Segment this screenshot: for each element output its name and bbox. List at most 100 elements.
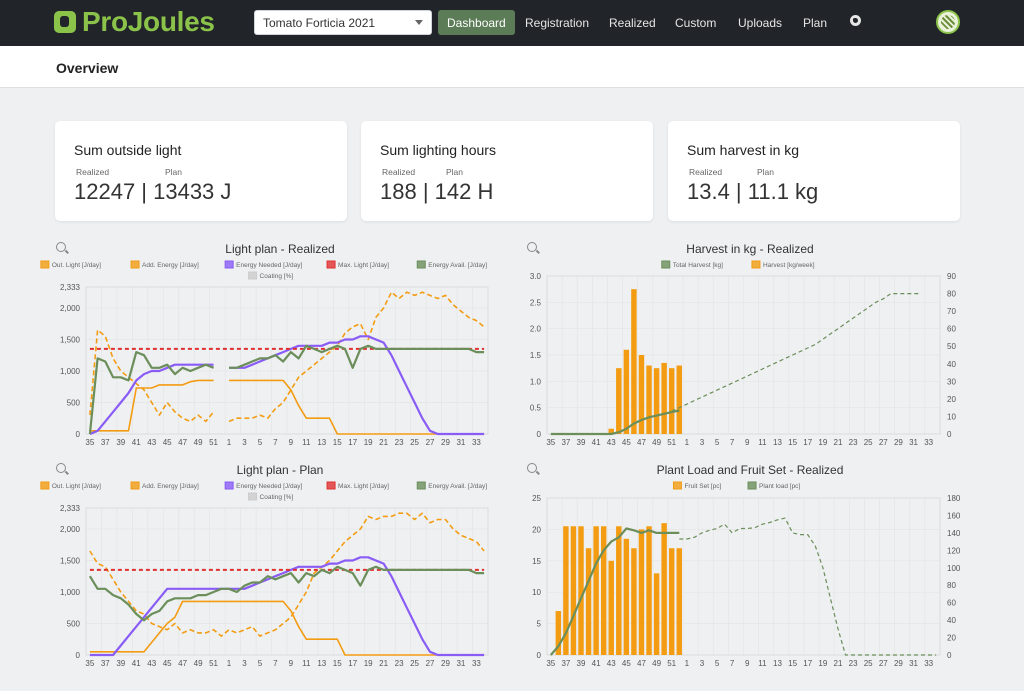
y-tick-label: 20 [532,525,541,534]
legend-label: Plant load [pc] [759,483,800,490]
legend-swatch [751,260,761,269]
y-tick-label: 2,000 [60,304,81,313]
bar [623,349,630,434]
legend-swatch [248,492,258,501]
x-tick-label: 25 [864,659,873,668]
y2-tick-label: 80 [947,290,956,299]
x-tick-label: 51 [667,438,676,447]
x-tick-label: 35 [85,659,94,668]
y2-tick-label: 120 [947,546,961,555]
x-tick-label: 13 [317,659,326,668]
bar [638,355,645,434]
y-tick-label: 2,000 [60,525,81,534]
x-tick-label: 43 [607,438,616,447]
bar [638,529,645,655]
legend-label: Add. Energy [J/day] [142,262,199,269]
x-tick-label: 1 [227,438,232,447]
legend-swatch [40,481,50,490]
x-tick-label: 51 [209,659,218,668]
x-tick-label: 29 [441,659,450,668]
y-tick-label: 0 [537,651,542,660]
legend-label: Energy Avail. [J/day] [428,262,487,269]
bar [676,365,682,434]
x-tick-label: 15 [333,438,342,447]
bar [578,526,584,655]
x-tick-label: 31 [456,438,465,447]
x-tick-label: 29 [441,438,450,447]
x-tick-label: 45 [622,438,631,447]
x-tick-label: 1 [227,659,232,668]
y2-tick-label: 80 [947,581,956,590]
legend-label: Coating [%] [260,273,294,280]
x-tick-label: 47 [178,659,187,668]
x-tick-label: 51 [209,438,218,447]
legend-swatch [326,260,336,269]
x-tick-label: 33 [924,438,933,447]
x-tick-label: 1 [685,438,690,447]
x-tick-label: 41 [592,438,601,447]
legend-label: Energy Avail. [J/day] [428,483,487,490]
x-tick-label: 43 [607,659,616,668]
y2-tick-label: 0 [947,651,952,660]
chart-1: Light plan - Realized Out. Light [J/day] A… [40,242,489,447]
bar [631,289,637,434]
chart-title: Harvest in kg - Realized [686,242,813,256]
x-tick-label: 5 [715,659,720,668]
bar [653,573,660,655]
chart-2: Harvest in kg - Realized Total Harvest [k… [530,242,957,447]
x-tick-label: 47 [637,438,646,447]
y-tick-label: 2.0 [530,325,542,334]
y-tick-label: 5 [537,620,542,629]
x-tick-label: 25 [864,438,873,447]
bar [585,548,592,655]
y2-tick-label: 180 [947,494,961,503]
x-tick-label: 27 [426,438,435,447]
legend-swatch [672,481,682,490]
bar [570,526,577,655]
charts-area: Light plan - Realized Out. Light [J/day] A… [40,242,961,668]
y-tick-label: 0 [537,430,542,439]
series-plan [679,517,937,656]
y-tick-label: 25 [532,494,541,503]
x-tick-label: 45 [622,659,631,668]
bar [661,362,667,434]
x-tick-label: 31 [456,659,465,668]
x-tick-label: 43 [147,438,156,447]
x-tick-label: 49 [652,438,661,447]
x-tick-label: 19 [818,659,827,668]
x-tick-label: 17 [803,438,812,447]
chart-title: Light plan - Plan [237,463,324,477]
legend-label: Max. Light [J/day] [338,262,389,269]
x-tick-label: 3 [242,659,247,668]
series-plan [671,293,922,412]
x-tick-label: 9 [745,659,750,668]
bar [676,548,682,655]
y2-tick-label: 20 [947,395,956,404]
y-tick-label: 0 [76,651,81,660]
bar [646,526,652,655]
y-tick-label: 2.5 [530,298,542,307]
x-tick-label: 13 [773,438,782,447]
x-tick-label: 11 [302,659,311,668]
legend-label: Energy Needed [J/day] [236,262,302,269]
x-tick-label: 47 [637,659,646,668]
x-tick-label: 49 [194,659,203,668]
x-tick-label: 43 [147,659,156,668]
y-tick-label: 0 [76,430,81,439]
x-tick-label: 37 [101,659,110,668]
y-tick-label: 1,500 [60,335,81,344]
x-tick-label: 39 [116,659,125,668]
y-tick-label: 2,333 [60,283,81,292]
y-tick-label: 0.5 [530,404,542,413]
x-tick-label: 45 [163,659,172,668]
x-tick-label: 5 [258,438,263,447]
x-tick-label: 27 [426,659,435,668]
x-tick-label: 17 [803,659,812,668]
x-tick-label: 35 [546,438,555,447]
x-tick-label: 7 [730,659,735,668]
chart-4: Plant Load and Fruit Set - Realized Fruit… [532,463,961,668]
legend-swatch [661,260,671,269]
legend-swatch [130,260,140,269]
x-tick-label: 23 [849,438,858,447]
y2-tick-label: 140 [947,529,961,538]
